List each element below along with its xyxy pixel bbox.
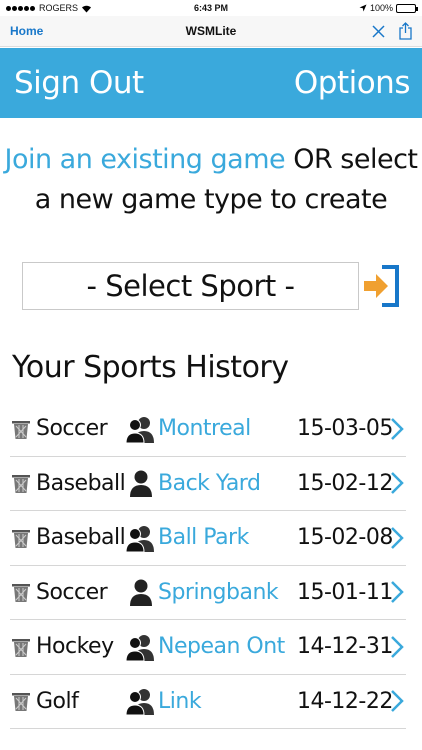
battery-percent: 100% bbox=[369, 3, 393, 13]
sport-name: Baseball bbox=[36, 525, 126, 551]
history-row[interactable]: Baseball Back Yard 15-02-12 bbox=[10, 457, 406, 511]
sport-name: Soccer bbox=[36, 579, 108, 605]
trash-icon[interactable] bbox=[10, 527, 32, 549]
trash-icon[interactable] bbox=[10, 636, 32, 658]
game-prompt: Join an existing game OR select a new ga… bbox=[0, 140, 422, 220]
history-list: Soccer Montreal 15-03-05 Baseball Back Y… bbox=[10, 402, 406, 729]
history-row[interactable]: Baseball Ball Park 15-02-08 bbox=[10, 511, 406, 566]
game-date: 15-02-12 bbox=[297, 470, 393, 496]
chevron-right-icon[interactable] bbox=[388, 525, 406, 551]
nav-actions bbox=[372, 22, 412, 40]
location-link[interactable]: Montreal bbox=[158, 416, 251, 441]
history-row[interactable]: Soccer Springbank 15-01-11 bbox=[10, 566, 406, 620]
prompt-or-select: OR select bbox=[285, 144, 418, 175]
select-sport-dropdown[interactable]: - Select Sport - bbox=[22, 262, 359, 310]
location-link[interactable]: Springbank bbox=[158, 580, 279, 605]
chevron-right-icon[interactable] bbox=[388, 688, 406, 714]
game-date: 15-03-05 bbox=[297, 416, 393, 442]
history-row[interactable]: Hockey Nepean Ont 14-12-31 bbox=[10, 620, 406, 675]
browser-nav-bar: Home WSMLite bbox=[0, 16, 422, 47]
carrier-label: ROGERS bbox=[39, 3, 79, 13]
location-arrow-icon bbox=[359, 4, 367, 12]
home-link[interactable]: Home bbox=[10, 24, 43, 38]
game-date: 14-12-22 bbox=[297, 688, 393, 714]
game-date: 15-02-08 bbox=[297, 525, 393, 551]
group-players-icon bbox=[126, 634, 154, 661]
trash-icon[interactable] bbox=[10, 472, 32, 494]
header-band: Sign Out Options bbox=[0, 48, 422, 118]
battery-icon bbox=[396, 3, 418, 13]
trash-icon[interactable] bbox=[10, 690, 32, 712]
history-row[interactable]: Soccer Montreal 15-03-05 bbox=[10, 402, 406, 457]
chevron-right-icon[interactable] bbox=[388, 416, 406, 442]
sport-name: Hockey bbox=[36, 634, 114, 660]
join-existing-game-link[interactable]: Join an existing game bbox=[4, 144, 285, 175]
chevron-right-icon[interactable] bbox=[388, 634, 406, 660]
close-icon[interactable] bbox=[372, 24, 385, 38]
game-date: 14-12-31 bbox=[297, 634, 393, 660]
single-player-icon bbox=[130, 470, 152, 498]
single-player-icon bbox=[130, 579, 152, 607]
history-row[interactable]: Golf Link 14-12-22 bbox=[10, 675, 406, 729]
trash-icon[interactable] bbox=[10, 581, 32, 603]
share-icon[interactable] bbox=[399, 22, 412, 40]
select-sport-value: - Select Sport - bbox=[86, 269, 295, 303]
sport-name: Golf bbox=[36, 688, 79, 714]
enter-game-icon[interactable] bbox=[362, 262, 402, 310]
chevron-right-icon[interactable] bbox=[388, 579, 406, 605]
game-date: 15-01-11 bbox=[297, 579, 393, 605]
signal-strength-icon bbox=[6, 3, 36, 13]
status-left: ROGERS bbox=[6, 3, 92, 13]
location-link[interactable]: Back Yard bbox=[158, 471, 261, 496]
history-title: Your Sports History bbox=[12, 350, 289, 385]
status-bar: ROGERS 6:43 PM 100% bbox=[0, 0, 422, 16]
sign-out-button[interactable]: Sign Out bbox=[14, 65, 144, 101]
location-link[interactable]: Nepean Ont bbox=[158, 634, 285, 659]
status-right: 100% bbox=[359, 3, 418, 13]
location-link[interactable]: Link bbox=[158, 689, 202, 714]
location-link[interactable]: Ball Park bbox=[158, 525, 249, 550]
group-players-icon bbox=[126, 416, 154, 443]
nav-title: WSMLite bbox=[185, 24, 237, 38]
wifi-icon bbox=[82, 5, 92, 12]
group-players-icon bbox=[126, 689, 154, 716]
prompt-line-2: a new game type to create bbox=[34, 184, 388, 215]
options-button[interactable]: Options bbox=[294, 65, 411, 101]
group-players-icon bbox=[126, 525, 154, 552]
sport-name: Baseball bbox=[36, 470, 126, 496]
trash-icon[interactable] bbox=[10, 418, 32, 440]
sport-name: Soccer bbox=[36, 416, 108, 442]
prompt-line-1: Join an existing game OR select bbox=[0, 140, 422, 180]
chevron-right-icon[interactable] bbox=[388, 470, 406, 496]
